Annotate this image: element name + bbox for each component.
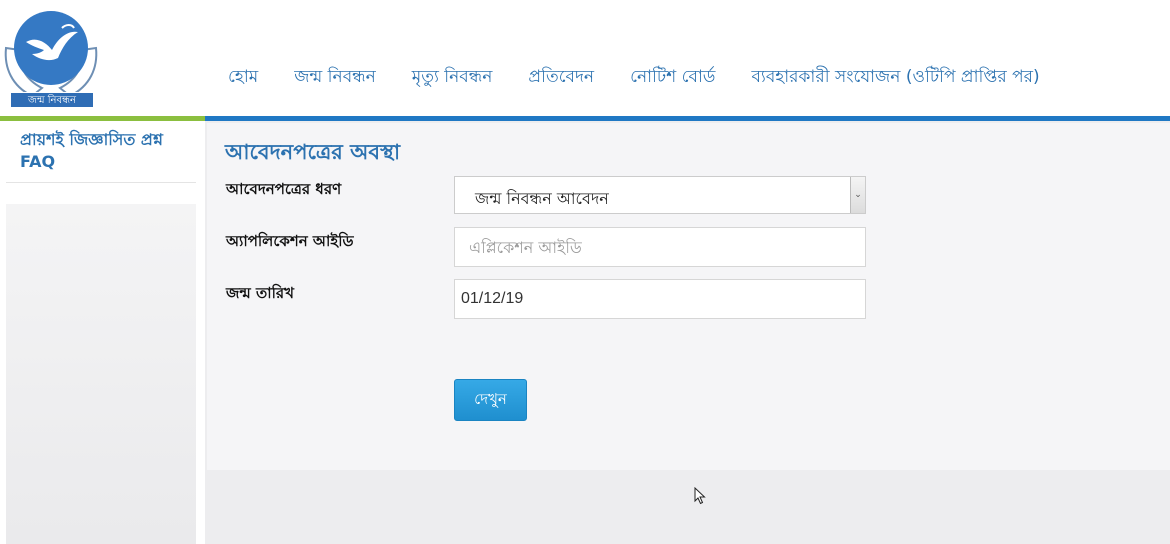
mouse-pointer-icon (694, 487, 706, 505)
dob-input[interactable] (454, 279, 866, 319)
sidebar-panel (6, 204, 196, 544)
application-id-label: অ্যাপলিকেশন আইডি (226, 232, 354, 250)
application-type-select[interactable]: জন্ম নিবন্ধন আবেদন ⌄ (454, 176, 866, 214)
view-button[interactable]: দেখুন (454, 379, 527, 421)
nav-item-notice-board[interactable]: নোটিশ বোর্ড (630, 64, 715, 92)
main-nav: হোম জন্ম নিবন্ধন মৃত্যু নিবন্ধন প্রতিবেদ… (210, 58, 1058, 98)
nav-item-birth-registration[interactable]: জন্ম নিবন্ধন (294, 64, 376, 92)
nav-divider-accent (0, 116, 205, 121)
application-type-value: জন্ম নিবন্ধন আবেদন (475, 189, 609, 208)
sidebar-faq-link[interactable]: প্রায়শই জিজ্ঞাসিত প্রশ্ন FAQ (20, 129, 200, 173)
nav-item-reports[interactable]: প্রতিবেদন (528, 64, 594, 92)
dob-label: জন্ম তারিখ (226, 284, 294, 302)
chevron-down-icon[interactable]: ⌄ (850, 177, 865, 213)
application-id-input[interactable] (454, 227, 866, 267)
nav-item-user-add[interactable]: ব্যবহারকারী সংযোজন (ওটিপি প্রাপ্তির পর) (751, 64, 1039, 92)
nav-item-home[interactable]: হোম (228, 64, 258, 92)
application-type-label: আবেদনপত্রের ধরণ (226, 180, 342, 198)
sidebar-faq[interactable]: প্রায়শই জিজ্ঞাসিত প্রশ্ন FAQ (6, 124, 196, 183)
header: জন্ম নিবন্ধন হোম জন্ম নিবন্ধন মৃত্যু নিব… (0, 0, 1170, 118)
form-title: আবেদনপত্রের অবস্থা (225, 140, 401, 164)
logo-label: জন্ম নিবন্ধন (10, 92, 94, 108)
nav-item-death-registration[interactable]: মৃত্যু নিবন্ধন (412, 64, 493, 92)
